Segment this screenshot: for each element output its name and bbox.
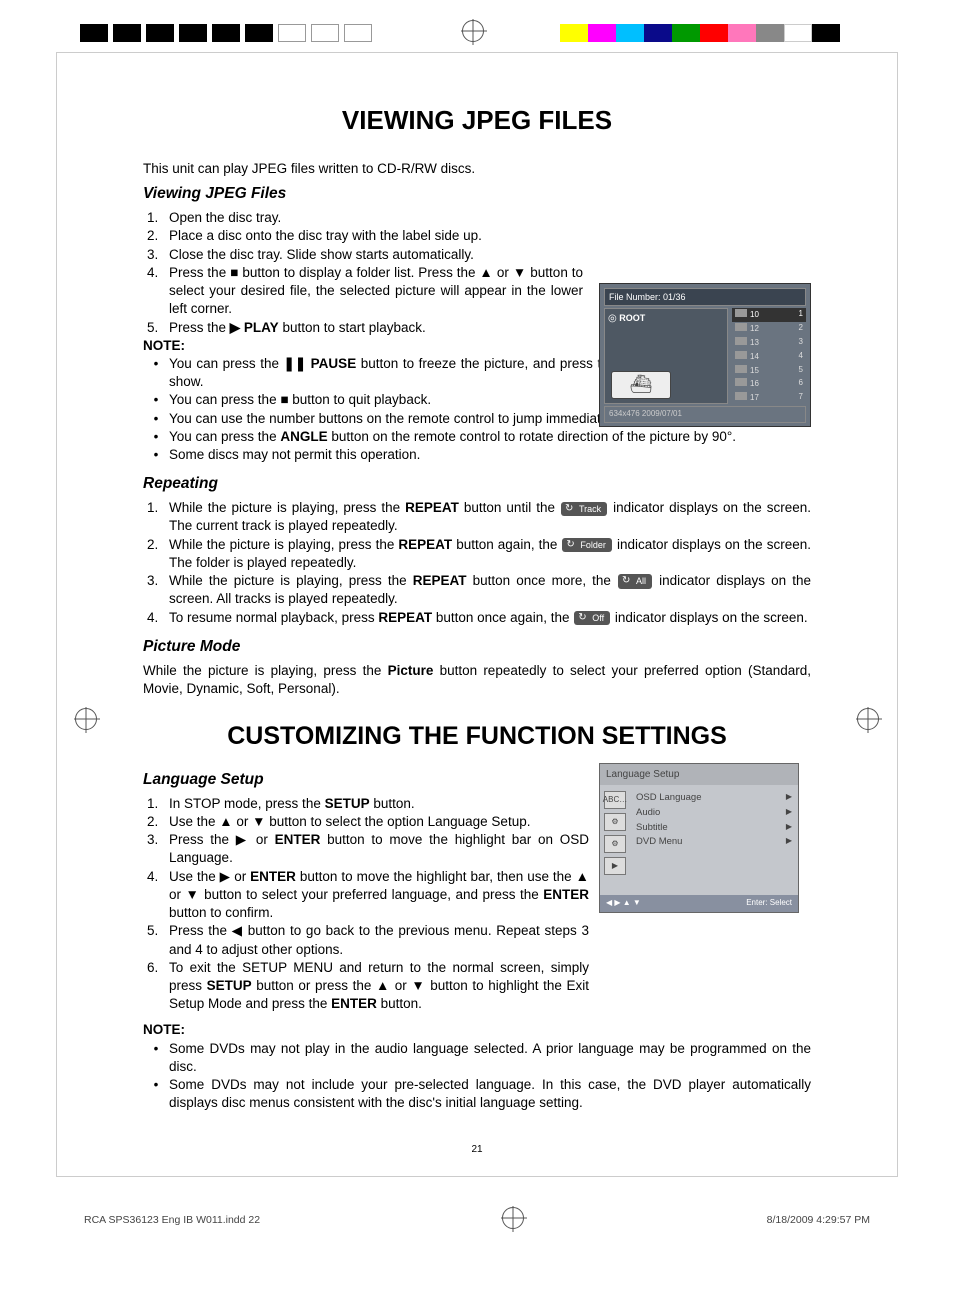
off-indicator-icon: Off — [574, 611, 610, 625]
note-bullet-5: •Some discs may not permit this operatio… — [143, 446, 811, 464]
ship-illustration: ⛴ — [611, 371, 671, 399]
crosshair-right-icon — [857, 708, 879, 735]
file-row: 122 — [732, 322, 806, 336]
page-number: 21 — [143, 1143, 811, 1157]
note-bullet-4: •You can press the ANGLE button on the r… — [143, 428, 811, 446]
setup-options-list: OSD Language ▶ Audio ▶ Subtitle ▶ DVD Menu ▶ — [630, 785, 798, 895]
triangle-icon: ▶ — [786, 822, 792, 835]
folder-indicator-icon: Folder — [562, 538, 612, 552]
root-label: ROOT — [619, 313, 645, 323]
file-row: 133 — [732, 336, 806, 350]
file-row: 177 — [732, 391, 806, 405]
section-viewing-jpeg: Viewing JPEG Files File Number: 01/36 ◎ … — [143, 184, 811, 464]
opt-dvdmenu: DVD Menu — [636, 836, 682, 849]
setup-icon-column: ABC… ⚙ ⚙ ▶ — [600, 785, 630, 895]
lang-step-6: 6.To exit the SETUP MENU and return to t… — [143, 959, 811, 1014]
crosshair-bottom-icon — [502, 1207, 524, 1233]
crosshair-icon — [462, 20, 484, 50]
page-content: VIEWING JPEG FILES This unit can play JP… — [57, 55, 897, 1176]
opt-audio: Audio — [636, 807, 660, 820]
section-repeating: Repeating 1.While the picture is playing… — [143, 474, 811, 626]
intro-text: This unit can play JPEG files written to… — [143, 160, 811, 178]
subhead-viewing: Viewing JPEG Files — [143, 184, 811, 205]
file-row: 144 — [732, 350, 806, 364]
subhead-picture: Picture Mode — [143, 637, 811, 658]
file-row: 101 — [732, 308, 806, 322]
document-footer: RCA SPS36123 Eng IB W011.indd 22 8/18/20… — [0, 1177, 954, 1253]
triangle-icon: ▶ — [786, 807, 792, 820]
picture-mode-text: While the picture is playing, press the … — [143, 662, 811, 698]
setup-title: Language Setup — [600, 764, 798, 786]
gear-icon: ⚙ — [604, 835, 626, 853]
file-number-bar: File Number: 01/36 — [604, 288, 806, 306]
preview-pane: ◎ ROOT ⛴ — [604, 308, 728, 404]
track-indicator-icon: Track — [561, 502, 607, 516]
nav-arrows-icon: ◀ ▶ ▲ ▼ — [606, 898, 641, 909]
triangle-icon: ▶ — [786, 836, 792, 849]
crosshair-left-icon — [75, 708, 97, 735]
repeat-step-4: 4.To resume normal playback, press REPEA… — [143, 609, 811, 627]
color-registration-bars — [560, 24, 840, 42]
black-registration-bars — [80, 24, 372, 42]
note2-bullet-2: •Some DVDs may not include your pre-sele… — [143, 1076, 811, 1112]
abc-icon: ABC… — [604, 791, 626, 809]
triangle-icon: ▶ — [786, 792, 792, 805]
language-setup-screenshot: Language Setup ABC… ⚙ ⚙ ▶ OSD Language ▶ … — [599, 763, 799, 913]
section-picture-mode: Picture Mode While the picture is playin… — [143, 637, 811, 698]
repeat-step-1: 1.While the picture is playing, press th… — [143, 499, 811, 535]
lang-step-5: 5.Press the ◀ button to go back to the p… — [143, 922, 811, 958]
file-row: 166 — [732, 377, 806, 391]
registration-marks-top — [0, 0, 954, 52]
file-number-label: File Number: — [609, 292, 661, 302]
file-list: 101 122 133 144 155 166 177 — [732, 308, 806, 404]
step-2: 2.Place a disc onto the disc tray with t… — [143, 227, 811, 245]
page-title: VIEWING JPEG FILES — [143, 103, 811, 138]
note2-bullet-1: •Some DVDs may not play in the audio lan… — [143, 1040, 811, 1076]
opt-osd: OSD Language — [636, 792, 702, 805]
jpeg-browser-screenshot: File Number: 01/36 ◎ ROOT ⛴ 101 122 133 … — [599, 283, 811, 427]
timestamp: 8/18/2009 4:29:57 PM — [767, 1213, 870, 1227]
repeat-step-2: 2.While the picture is playing, press th… — [143, 536, 811, 572]
opt-subtitle: Subtitle — [636, 822, 668, 835]
disc-icon: ◎ — [608, 313, 617, 324]
indesign-filename: RCA SPS36123 Eng IB W011.indd 22 — [84, 1213, 260, 1227]
step-3: 3.Close the disc tray. Slide show starts… — [143, 246, 811, 264]
exit-icon: ▶ — [604, 857, 626, 875]
gear-icon: ⚙ — [604, 813, 626, 831]
all-indicator-icon: All — [618, 574, 652, 588]
setup-footer: ◀ ▶ ▲ ▼ Enter: Select — [600, 895, 798, 912]
subhead-repeating: Repeating — [143, 474, 811, 495]
file-row: 155 — [732, 364, 806, 378]
image-info-bar: 634x476 2009/07/01 — [604, 406, 806, 423]
repeat-step-3: 3.While the picture is playing, press th… — [143, 572, 811, 608]
step-1: 1.Open the disc tray. — [143, 209, 811, 227]
page-frame: VIEWING JPEG FILES This unit can play JP… — [56, 52, 898, 1177]
note-label-2: NOTE: — [143, 1021, 811, 1039]
section-title-customizing: CUSTOMIZING THE FUNCTION SETTINGS — [143, 720, 811, 754]
file-number-value: 01/36 — [663, 292, 686, 302]
section-language-setup: Language Setup Language Setup ABC… ⚙ ⚙ ▶… — [143, 770, 811, 1113]
